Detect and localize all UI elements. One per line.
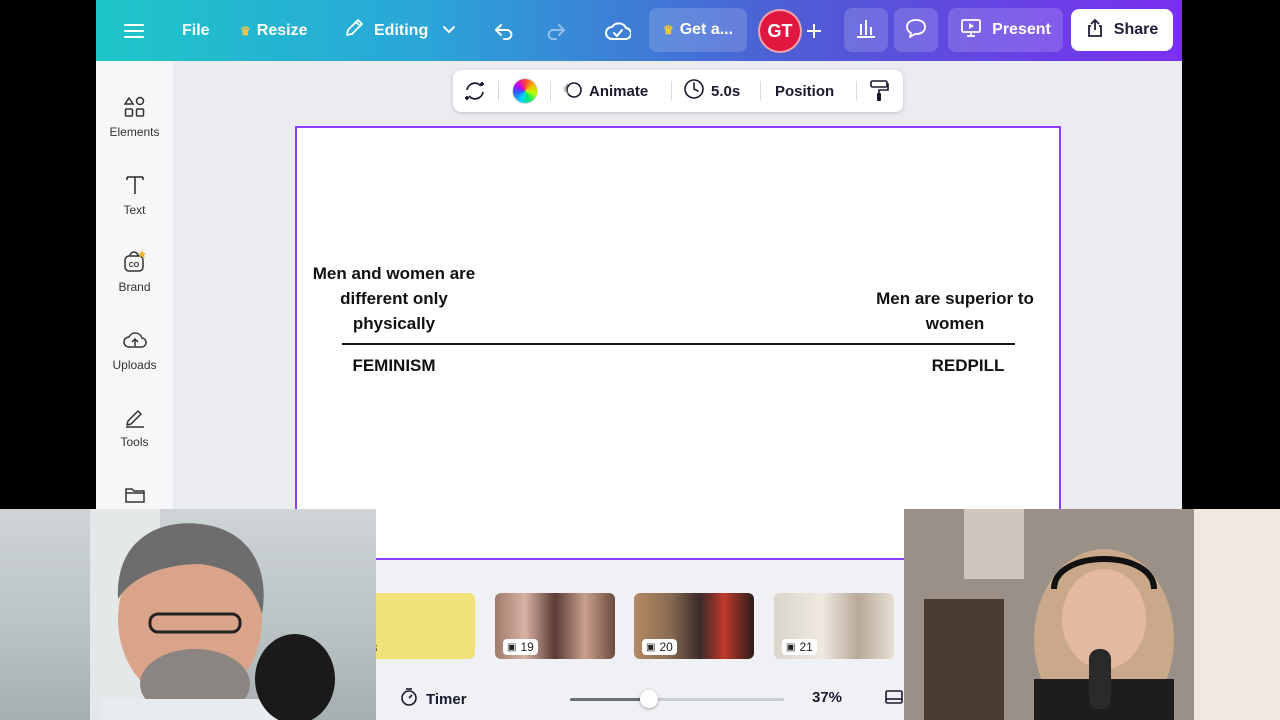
duration-label: 5.0s bbox=[711, 82, 741, 100]
divider bbox=[856, 81, 857, 101]
divider bbox=[760, 81, 761, 101]
spectrum-line[interactable] bbox=[342, 343, 1015, 345]
timer-icon bbox=[400, 687, 418, 711]
pencil-icon bbox=[344, 18, 364, 43]
sidebar-item-tools[interactable]: Tools bbox=[96, 397, 173, 467]
paint-roller-icon[interactable] bbox=[869, 70, 889, 112]
sidebar-item-label: Elements bbox=[109, 125, 160, 139]
animate-icon bbox=[563, 79, 583, 103]
crown-icon: ♛ bbox=[662, 23, 674, 37]
feminism-label[interactable]: FEMINISM bbox=[334, 353, 454, 378]
zoom-slider-fill bbox=[570, 698, 650, 701]
crown-icon: ♛ bbox=[240, 23, 251, 38]
upgrade-button[interactable]: ♛ Get a... bbox=[649, 8, 747, 52]
page-number-text: 21 bbox=[799, 640, 813, 654]
clock-icon bbox=[683, 78, 705, 104]
share-button[interactable]: Share bbox=[1071, 9, 1173, 51]
sidebar-item-label: Text bbox=[123, 203, 146, 217]
divider bbox=[498, 81, 499, 101]
uploads-icon bbox=[122, 326, 147, 354]
share-label: Share bbox=[1113, 21, 1159, 38]
upgrade-label: Get a... bbox=[679, 21, 734, 38]
page-number: ▣ 20 bbox=[642, 639, 677, 655]
avatar[interactable]: GT bbox=[758, 9, 802, 53]
sidebar-item-label: Brand bbox=[118, 280, 151, 294]
file-menu[interactable]: File bbox=[182, 0, 210, 61]
animate-label: Animate bbox=[589, 82, 649, 100]
page-number-text: 19 bbox=[520, 640, 534, 654]
svg-text:CO: CO bbox=[128, 262, 139, 269]
design-page[interactable]: Men and women are different only physica… bbox=[295, 126, 1061, 560]
duration-button[interactable]: 5.0s bbox=[683, 70, 740, 112]
present-button[interactable]: Present bbox=[948, 8, 1063, 52]
chevron-down-icon bbox=[442, 22, 456, 40]
webcam-left-image bbox=[90, 509, 335, 720]
comment-icon bbox=[905, 18, 927, 43]
right-statement[interactable]: Men are superior to women bbox=[875, 286, 1035, 336]
comments-button[interactable] bbox=[894, 8, 938, 52]
animate-button[interactable]: Animate bbox=[563, 70, 648, 112]
webcam-feed-right bbox=[904, 509, 1280, 720]
zoom-slider-handle[interactable] bbox=[640, 690, 659, 708]
sidebar-item-elements[interactable]: Elements bbox=[96, 87, 173, 157]
page-thumbnail[interactable]: ▣ 21 bbox=[774, 593, 894, 659]
timer-button[interactable]: Timer bbox=[400, 687, 467, 711]
color-wheel-icon[interactable] bbox=[512, 70, 538, 112]
left-statement[interactable]: Men and women are different only physica… bbox=[309, 261, 479, 336]
pages-panel: 18 ▣ 19 ▣ 20 ▣ 21 bbox=[356, 560, 904, 720]
present-icon: ▣ bbox=[786, 641, 796, 653]
zoom-slider[interactable] bbox=[570, 690, 784, 708]
resize-button[interactable]: ♛ Resize bbox=[240, 0, 307, 61]
text-icon bbox=[125, 171, 145, 199]
webcam-feed-left bbox=[0, 509, 376, 720]
brand-icon: CO bbox=[122, 248, 148, 276]
hamburger-icon[interactable] bbox=[124, 0, 144, 61]
position-button[interactable]: Position bbox=[775, 70, 834, 112]
tools-icon bbox=[124, 403, 146, 431]
present-icon: ▣ bbox=[507, 641, 517, 653]
elements-icon bbox=[123, 93, 146, 121]
page-number: ▣ 21 bbox=[782, 639, 817, 655]
insights-button[interactable] bbox=[844, 8, 888, 52]
page-thumbnail[interactable]: ▣ 20 bbox=[634, 593, 754, 659]
folder-icon bbox=[124, 481, 146, 509]
sidebar-item-text[interactable]: Text bbox=[96, 165, 173, 235]
zoom-percentage[interactable]: 37% bbox=[812, 689, 842, 706]
grid-view-icon[interactable] bbox=[884, 688, 904, 713]
page-number: ▣ 19 bbox=[503, 639, 538, 655]
undo-icon[interactable] bbox=[494, 0, 516, 61]
page-thumbnail[interactable]: ▣ 19 bbox=[495, 593, 615, 659]
present-label: Present bbox=[992, 21, 1051, 38]
editing-label: Editing bbox=[374, 21, 429, 39]
timer-label: Timer bbox=[426, 690, 467, 708]
redpill-label[interactable]: REDPILL bbox=[908, 353, 1028, 378]
sidebar-item-uploads[interactable]: Uploads bbox=[96, 320, 173, 390]
screen: File ♛ Resize Editing ♛ Get a... GT Pres… bbox=[0, 0, 1280, 720]
resize-label: Resize bbox=[256, 21, 308, 39]
present-icon: ▣ bbox=[646, 641, 656, 653]
top-bar: File ♛ Resize Editing ♛ Get a... GT Pres… bbox=[96, 0, 1182, 61]
add-collaborator-icon[interactable] bbox=[806, 0, 822, 61]
bar-chart-icon bbox=[855, 18, 877, 43]
divider bbox=[671, 81, 672, 101]
present-icon bbox=[960, 18, 982, 43]
webcam-right-image bbox=[904, 509, 1280, 720]
context-toolbar: Animate 5.0s Position bbox=[453, 70, 903, 112]
sidebar-item-brand[interactable]: CO Brand bbox=[96, 242, 173, 312]
sidebar-item-label: Uploads bbox=[112, 358, 157, 372]
cloud-saved-icon[interactable] bbox=[605, 0, 631, 61]
replace-icon[interactable] bbox=[463, 70, 487, 112]
redo-icon[interactable] bbox=[544, 0, 566, 61]
editing-mode-dropdown[interactable]: Editing bbox=[344, 0, 456, 61]
divider bbox=[550, 81, 551, 101]
share-icon bbox=[1086, 18, 1104, 43]
page-number-text: 20 bbox=[659, 640, 673, 654]
sidebar-item-label: Tools bbox=[120, 435, 149, 449]
